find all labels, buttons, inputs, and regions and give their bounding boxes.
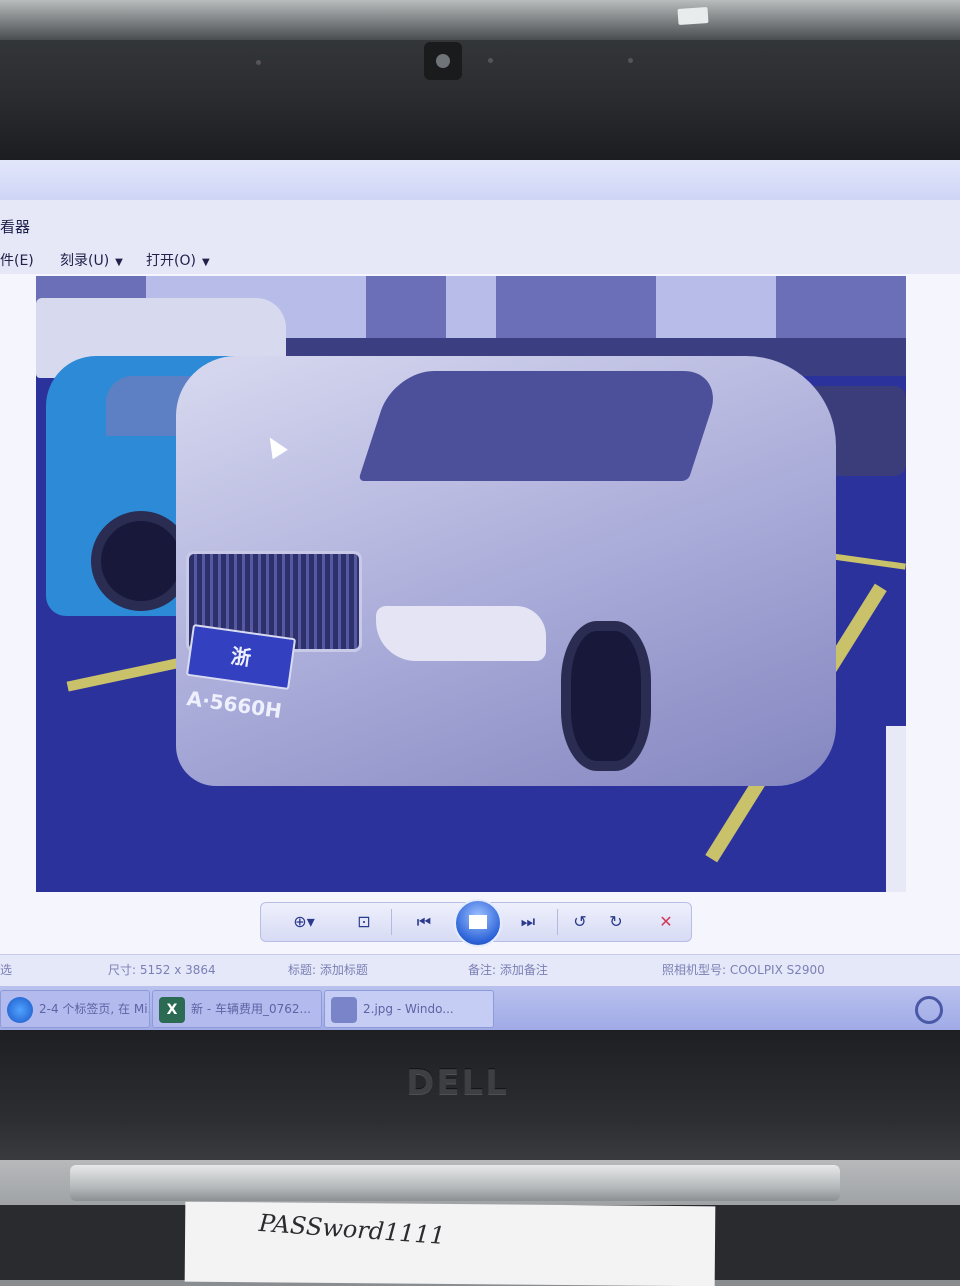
photo-image[interactable]: 浙A·5660H: [36, 276, 906, 892]
chevron-down-icon: ▼: [115, 257, 123, 268]
zoom-icon[interactable]: ⊕▾: [287, 907, 321, 937]
status-bar: 选 尺寸: 5152 x 3864 标题: 添加标题 备注: 添加备注 照相机型…: [0, 954, 960, 983]
photo-viewer-icon: [331, 996, 357, 1023]
rotate-counterclockwise-icon[interactable]: ↺: [565, 907, 595, 937]
slideshow-icon[interactable]: [454, 899, 502, 947]
network-icon[interactable]: [915, 996, 943, 1024]
toolbar-divider: [557, 909, 558, 935]
menu-open[interactable]: 打开(O) ▼: [146, 250, 210, 270]
next-icon[interactable]: ⏭: [513, 907, 543, 937]
previous-icon[interactable]: ⏮: [409, 907, 439, 937]
menu-burn[interactable]: 刻录(U) ▼: [60, 250, 123, 270]
mic-dot: [488, 58, 493, 63]
edge-icon: [7, 996, 33, 1023]
laptop-screen: 看器 件(E) 刻录(U) ▼ 打开(O) ▼ 浙A·5660H ⊕▾ ⊡ ⏮ …: [0, 160, 960, 1030]
taskbar-item-browser[interactable]: 2-4 个标签页, 在 Mi...: [0, 990, 150, 1028]
excel-icon: X: [159, 996, 185, 1023]
windshield: [358, 371, 724, 481]
toolbar-divider: [391, 909, 392, 935]
mic-dot: [256, 60, 261, 65]
front-wheel: [561, 621, 651, 771]
viewer-toolbar: ⊕▾ ⊡ ⏮ ⏭ ↺ ↻ ✕: [260, 899, 692, 947]
window-title: 看器: [0, 218, 31, 236]
status-dimensions: 尺寸: 5152 x 3864: [108, 963, 216, 977]
headlight: [376, 606, 546, 661]
status-notes[interactable]: 备注: 添加备注: [468, 961, 548, 978]
brand-logo: DELL: [406, 1063, 509, 1103]
webcam-icon: [424, 42, 462, 80]
chevron-down-icon: ▼: [201, 257, 210, 268]
menu-bar: 件(E) 刻录(U) ▼ 打开(O) ▼: [0, 244, 960, 274]
status-camera-model: 照相机型号: COOLPIX S2900: [662, 963, 825, 977]
fit-to-window-icon[interactable]: ⊡: [349, 907, 379, 937]
taskbar-item-excel[interactable]: X新 - 车辆费用_0762...: [152, 990, 322, 1028]
rotate-clockwise-icon[interactable]: ↻: [601, 907, 631, 937]
status-selection: 选: [0, 963, 13, 977]
taskbar: 2-4 个标签页, 在 Mi... X新 - 车辆费用_0762... 2.jp…: [0, 986, 960, 1030]
taskbar-item-photo-viewer[interactable]: 2.jpg - Windo...: [324, 990, 494, 1028]
lid-edge: [0, 0, 960, 40]
mic-dot: [628, 58, 633, 63]
lid-latch: [677, 6, 709, 26]
laptop-hinge: [70, 1165, 840, 1201]
status-title[interactable]: 标题: 添加标题: [288, 961, 368, 978]
menu-file[interactable]: 件(E): [0, 250, 34, 270]
photo-edge-glare: [886, 726, 906, 892]
delete-icon[interactable]: ✕: [651, 907, 681, 937]
building: [496, 276, 656, 346]
title-bar: [0, 160, 960, 200]
